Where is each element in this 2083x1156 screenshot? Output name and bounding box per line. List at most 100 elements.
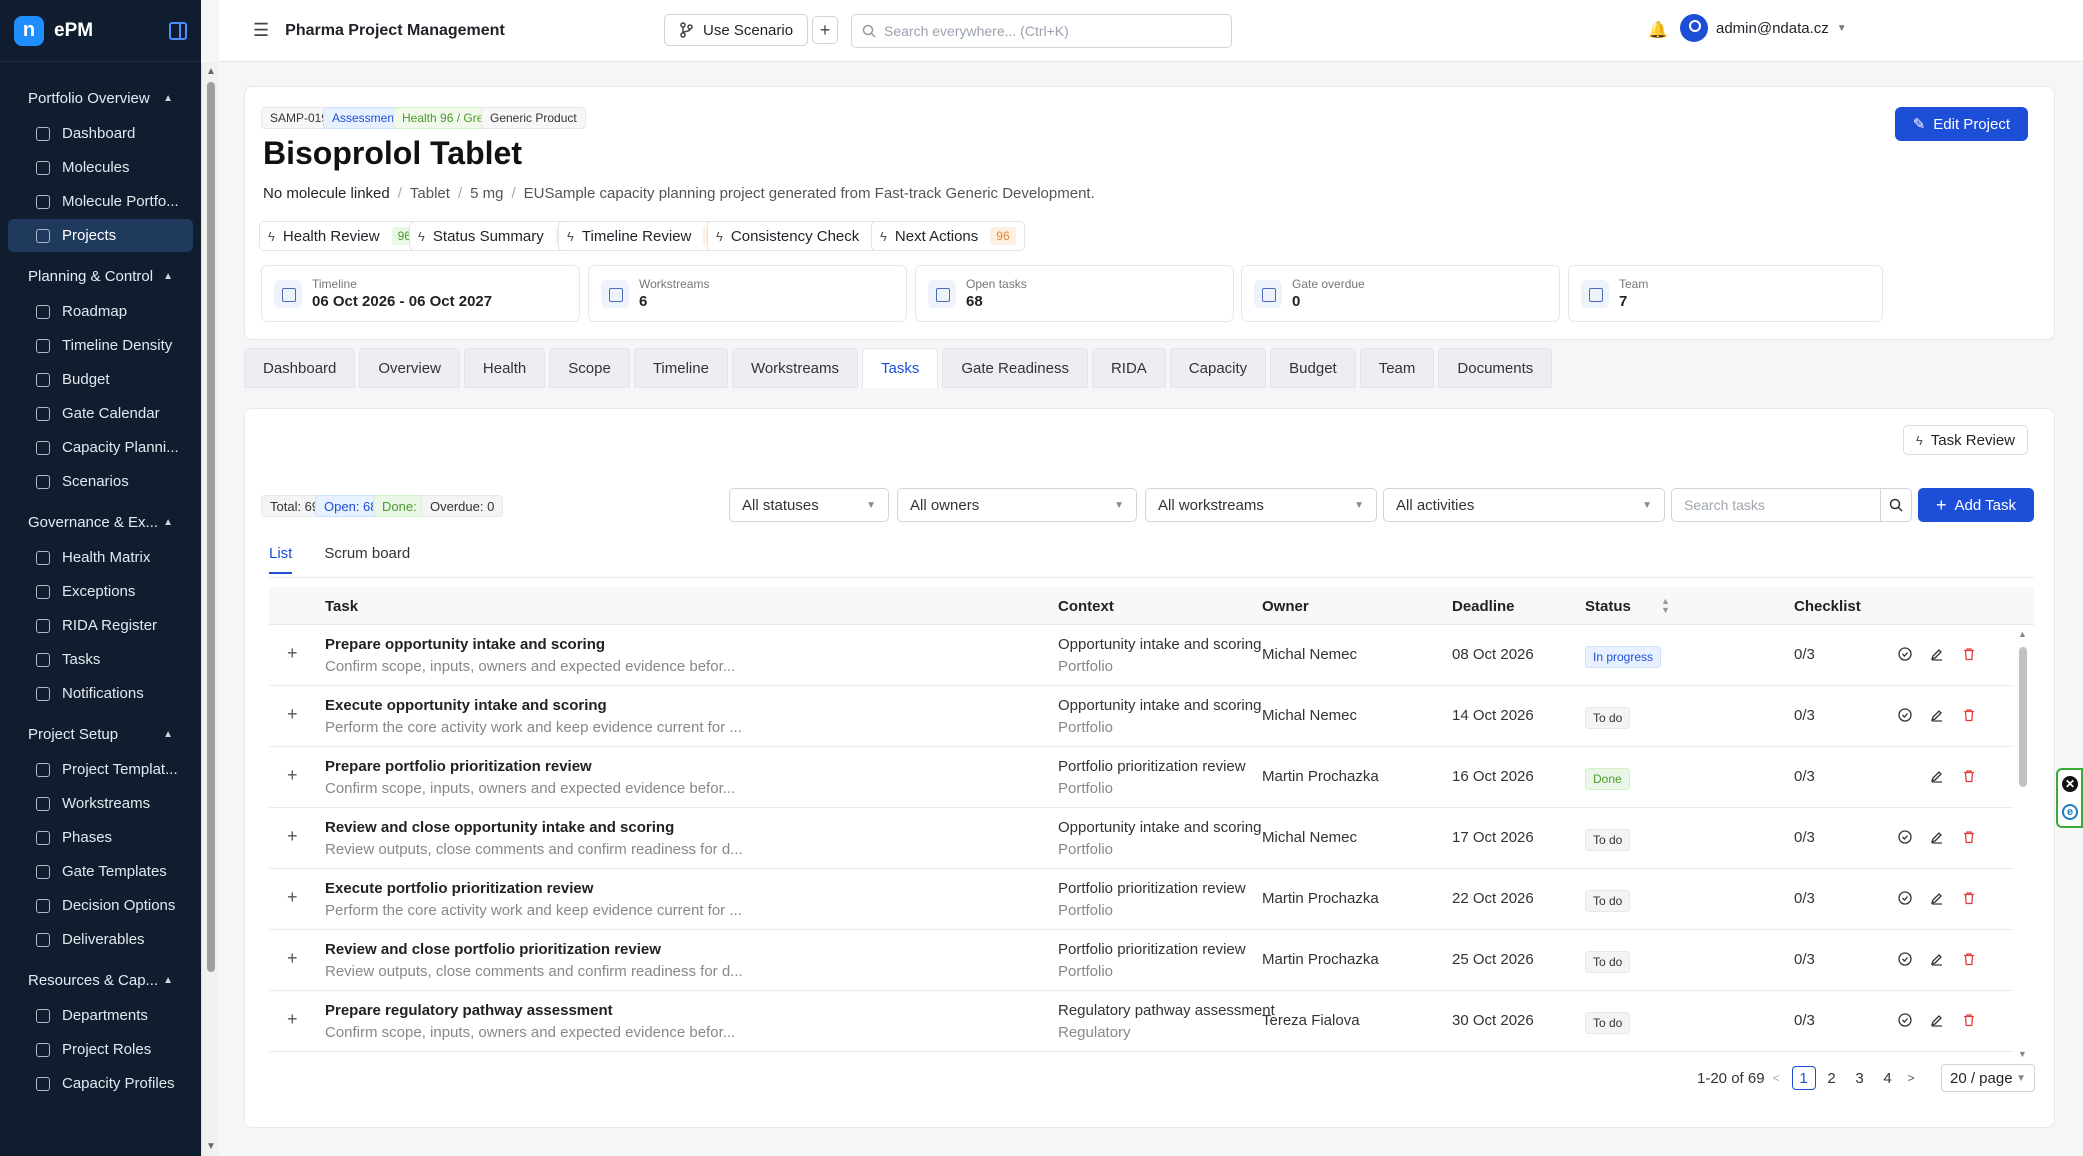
task-review-button[interactable]: ϟ Task Review bbox=[1902, 425, 2028, 455]
delete-icon[interactable] bbox=[1962, 647, 1976, 661]
complete-icon[interactable] bbox=[1898, 1013, 1912, 1027]
scroll-up-icon[interactable]: ▲ bbox=[2018, 629, 2027, 639]
tab-rida[interactable]: RIDA bbox=[1091, 348, 1166, 388]
sidebar-item-deliverables[interactable]: Deliverables bbox=[8, 923, 193, 956]
expand-row-icon[interactable]: + bbox=[287, 1009, 298, 1030]
task-title[interactable]: Review and close portfolio prioritizatio… bbox=[325, 941, 661, 958]
tab-capacity[interactable]: Capacity bbox=[1169, 348, 1267, 388]
sidebar-item-departments[interactable]: Departments bbox=[8, 999, 193, 1032]
task-search-button[interactable] bbox=[1880, 488, 1912, 522]
edit-icon[interactable] bbox=[1930, 891, 1944, 905]
nav-group-0[interactable]: Portfolio Overview ▲ bbox=[0, 80, 201, 116]
global-search-input[interactable]: Search everywhere... (Ctrl+K) bbox=[851, 14, 1232, 48]
sidebar-item-notifications[interactable]: Notifications bbox=[8, 677, 193, 710]
sidebar-item-capacity-profiles[interactable]: Capacity Profiles bbox=[8, 1067, 193, 1100]
sidebar-collapse-icon[interactable] bbox=[169, 21, 187, 40]
sidebar-item-rida-register[interactable]: RIDA Register bbox=[8, 609, 193, 642]
tab-overview[interactable]: Overview bbox=[359, 348, 460, 388]
owner-filter-select[interactable]: All owners ▼ bbox=[897, 488, 1137, 522]
edit-project-button[interactable]: ✎ Edit Project bbox=[1894, 107, 2028, 141]
complete-icon[interactable] bbox=[1898, 830, 1912, 844]
use-scenario-button[interactable]: Use Scenario bbox=[664, 14, 809, 46]
subtab-scrum-board[interactable]: Scrum board bbox=[324, 545, 410, 574]
menu-icon[interactable]: ☰ bbox=[253, 20, 269, 41]
edit-icon[interactable] bbox=[1930, 647, 1944, 661]
sidebar-scroll-thumb[interactable] bbox=[207, 82, 215, 972]
delete-icon[interactable] bbox=[1962, 1013, 1976, 1027]
tab-timeline[interactable]: Timeline bbox=[633, 348, 728, 388]
tab-team[interactable]: Team bbox=[1359, 348, 1435, 388]
sidebar-item-molecule-portfo[interactable]: Molecule Portfo... bbox=[8, 185, 193, 218]
sidebar-item-health-matrix[interactable]: Health Matrix bbox=[8, 541, 193, 574]
scroll-up-icon[interactable]: ▲ bbox=[206, 66, 216, 77]
sidebar-item-gate-templates[interactable]: Gate Templates bbox=[8, 855, 193, 888]
page-2-button[interactable]: 2 bbox=[1820, 1066, 1844, 1090]
edit-icon[interactable] bbox=[1930, 1013, 1944, 1027]
table-scrollbar[interactable]: ▲ ▼ bbox=[2016, 629, 2028, 1059]
delete-icon[interactable] bbox=[1962, 708, 1976, 722]
sidebar-item-roadmap[interactable]: Roadmap bbox=[8, 295, 193, 328]
subtab-list[interactable]: List bbox=[269, 545, 293, 574]
task-title[interactable]: Prepare regulatory pathway assessment bbox=[325, 1002, 613, 1019]
nav-group-1[interactable]: Planning & Control ▲ bbox=[0, 258, 201, 294]
scroll-down-icon[interactable]: ▼ bbox=[206, 1141, 216, 1152]
task-title[interactable]: Prepare portfolio prioritization review bbox=[325, 758, 592, 775]
nav-group-2[interactable]: Governance & Ex... ▲ bbox=[0, 504, 201, 540]
sidebar-scrollbar[interactable]: ▲ ▼ bbox=[201, 62, 219, 1156]
expand-row-icon[interactable]: + bbox=[287, 704, 298, 725]
review-button-next-actions[interactable]: ϟ Next Actions 96 bbox=[871, 221, 1025, 251]
sidebar-item-molecules[interactable]: Molecules bbox=[8, 151, 193, 184]
close-icon[interactable]: ✕ bbox=[2062, 776, 2078, 792]
sidebar-item-tasks[interactable]: Tasks bbox=[8, 643, 193, 676]
edit-icon[interactable] bbox=[1930, 769, 1944, 783]
tab-health[interactable]: Health bbox=[463, 348, 546, 388]
extension-icon[interactable]: e bbox=[2062, 804, 2078, 820]
sidebar-item-phases[interactable]: Phases bbox=[8, 821, 193, 854]
delete-icon[interactable] bbox=[1962, 830, 1976, 844]
sidebar-item-scenarios[interactable]: Scenarios bbox=[8, 465, 193, 498]
review-button-health-review[interactable]: ϟ Health Review 96 bbox=[259, 221, 426, 251]
tab-workstreams[interactable]: Workstreams bbox=[731, 348, 859, 388]
activity-filter-select[interactable]: All activities ▼ bbox=[1383, 488, 1665, 522]
expand-row-icon[interactable]: + bbox=[287, 948, 298, 969]
edit-icon[interactable] bbox=[1930, 708, 1944, 722]
task-title[interactable]: Review and close opportunity intake and … bbox=[325, 819, 674, 836]
tab-dashboard[interactable]: Dashboard bbox=[244, 348, 356, 388]
delete-icon[interactable] bbox=[1962, 891, 1976, 905]
add-task-button[interactable]: + Add Task bbox=[1918, 488, 2034, 522]
sidebar-item-project-roles[interactable]: Project Roles bbox=[8, 1033, 193, 1066]
sidebar-item-exceptions[interactable]: Exceptions bbox=[8, 575, 193, 608]
page-size-select[interactable]: 20 / page ▼ bbox=[1941, 1064, 2035, 1092]
sidebar-item-projects[interactable]: Projects bbox=[8, 219, 193, 252]
user-menu[interactable]: admin@ndata.cz ▼ bbox=[1680, 14, 1847, 42]
sidebar-item-capacity-planni[interactable]: Capacity Planni... bbox=[8, 431, 193, 464]
sidebar-item-budget[interactable]: Budget bbox=[8, 363, 193, 396]
tab-budget[interactable]: Budget bbox=[1270, 348, 1356, 388]
sidebar-item-gate-calendar[interactable]: Gate Calendar bbox=[8, 397, 193, 430]
complete-icon[interactable] bbox=[1898, 647, 1912, 661]
bell-icon[interactable]: 🔔 bbox=[1648, 20, 1668, 40]
sort-icon[interactable]: ▲ ▼ bbox=[1661, 597, 1670, 615]
sidebar-item-dashboard[interactable]: Dashboard bbox=[8, 117, 193, 150]
expand-row-icon[interactable]: + bbox=[287, 826, 298, 847]
status-filter-select[interactable]: All statuses ▼ bbox=[729, 488, 889, 522]
task-search-input[interactable]: Search tasks bbox=[1671, 488, 1881, 522]
add-scenario-button[interactable]: + bbox=[812, 16, 838, 44]
next-page-icon[interactable]: > bbox=[1908, 1071, 1915, 1085]
delete-icon[interactable] bbox=[1962, 769, 1976, 783]
col-deadline[interactable]: Deadline bbox=[1452, 598, 1515, 615]
expand-row-icon[interactable]: + bbox=[287, 643, 298, 664]
table-scroll-thumb[interactable] bbox=[2019, 647, 2027, 787]
edit-icon[interactable] bbox=[1930, 952, 1944, 966]
tab-documents[interactable]: Documents bbox=[1438, 348, 1553, 388]
edit-icon[interactable] bbox=[1930, 830, 1944, 844]
page-1-button[interactable]: 1 bbox=[1791, 1066, 1816, 1090]
workstream-filter-select[interactable]: All workstreams ▼ bbox=[1145, 488, 1377, 522]
task-title[interactable]: Prepare opportunity intake and scoring bbox=[325, 636, 605, 653]
sidebar-item-project-templat[interactable]: Project Templat... bbox=[8, 753, 193, 786]
sidebar-item-timeline-density[interactable]: Timeline Density bbox=[8, 329, 193, 362]
sidebar-item-workstreams[interactable]: Workstreams bbox=[8, 787, 193, 820]
expand-row-icon[interactable]: + bbox=[287, 765, 298, 786]
task-title[interactable]: Execute portfolio prioritization review bbox=[325, 880, 593, 897]
prev-page-icon[interactable]: < bbox=[1773, 1071, 1780, 1085]
